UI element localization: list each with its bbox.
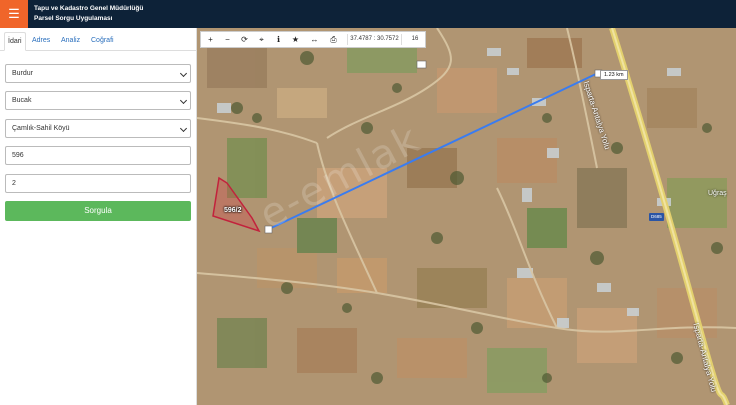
district-value: Bucak — [12, 97, 32, 104]
parcel-label: 596/2 — [224, 207, 242, 214]
chevron-down-icon — [179, 124, 188, 133]
zoom-out-icon[interactable]: − — [219, 32, 236, 47]
neighborhood-value: Çamlık-Sahil Köyü — [12, 125, 70, 132]
block-value: 596 — [12, 152, 24, 159]
zoom-level: 16 — [411, 36, 419, 42]
tab-analiz[interactable]: Analiz — [58, 32, 83, 51]
parcel-value: 2 — [12, 180, 16, 187]
chevron-down-icon — [179, 69, 188, 78]
query-button[interactable]: Sorgula — [5, 201, 191, 221]
info-icon[interactable]: ℹ — [270, 32, 287, 47]
tab-cografi[interactable]: Coğrafi — [88, 32, 117, 51]
road-badge: D685 — [649, 213, 664, 221]
zoom-in-icon[interactable]: + — [202, 32, 219, 47]
map-toolbar: + − ⟳ ⌖ ℹ ★ ↔ ⎙ 37.4787 : 30.7572 16 — [200, 31, 426, 48]
place-label: Uğraş — [708, 190, 727, 197]
parcel-input[interactable]: 2 — [5, 174, 191, 193]
star-icon[interactable]: ★ — [287, 32, 304, 47]
app-title-line2: Parsel Sorgu Uygulaması — [34, 15, 113, 22]
refresh-icon[interactable]: ⟳ — [236, 32, 253, 47]
coordinate-readout: 37.4787 : 30.7572 — [347, 34, 402, 45]
measure-icon[interactable]: ↔ — [306, 32, 323, 47]
app-title-line1: Tapu ve Kadastro Genel Müdürlüğü — [34, 5, 144, 12]
district-select[interactable]: Bucak — [5, 91, 191, 110]
app-title: Tapu ve Kadastro Genel Müdürlüğü Parsel … — [34, 4, 143, 24]
tab-bar: İdari Adres Analiz Coğrafi — [0, 28, 197, 51]
chevron-down-icon — [179, 96, 188, 105]
tab-idari[interactable]: İdari — [4, 32, 26, 51]
print-icon[interactable]: ⎙ — [325, 32, 342, 47]
block-input[interactable]: 596 — [5, 146, 191, 165]
app-header: ☰ Tapu ve Kadastro Genel Müdürlüğü Parse… — [0, 0, 736, 28]
measure-distance-label: 1.23 km — [600, 70, 628, 80]
province-value: Burdur — [12, 70, 34, 77]
locate-icon[interactable]: ⌖ — [253, 32, 270, 47]
tab-adres[interactable]: Adres — [29, 32, 53, 51]
neighborhood-select[interactable]: Çamlık-Sahil Köyü — [5, 119, 191, 138]
province-select[interactable]: Burdur — [5, 64, 191, 83]
map-marker — [416, 60, 427, 69]
hamburger-icon[interactable]: ☰ — [0, 0, 28, 28]
query-sidebar: İdari Adres Analiz Coğrafi Burdur Bucak … — [0, 28, 197, 405]
